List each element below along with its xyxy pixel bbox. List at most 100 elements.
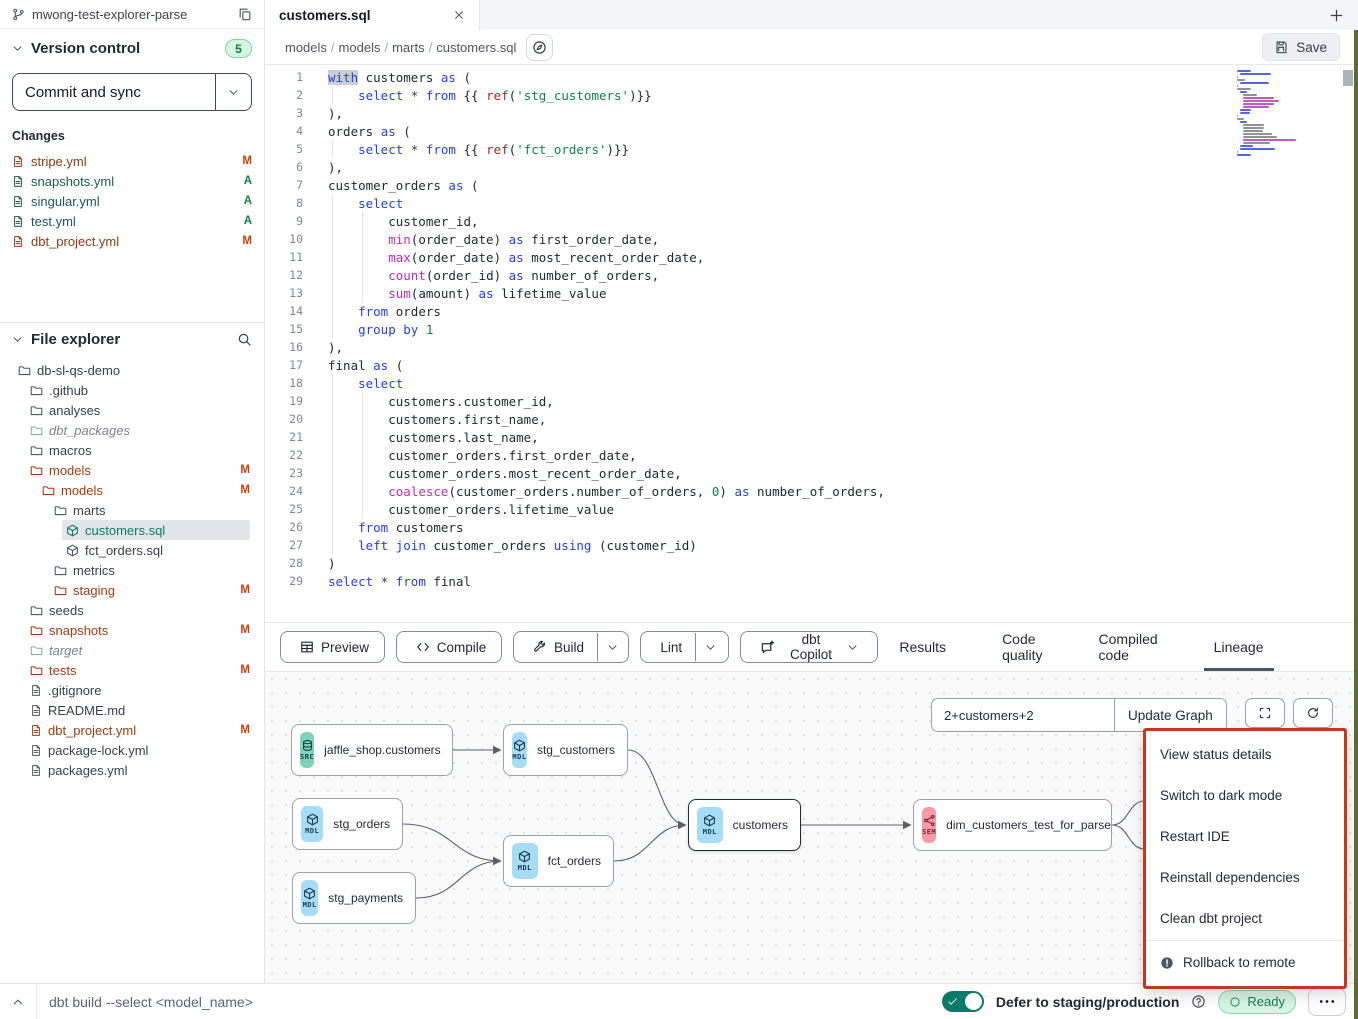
breadcrumb-segment[interactable]: models	[285, 40, 327, 55]
tree-item[interactable]: .gitignore	[12, 680, 252, 700]
tree-item[interactable]: seeds	[12, 600, 252, 620]
build-button[interactable]: Build	[513, 631, 629, 663]
file-explorer-header[interactable]: File explorer	[12, 331, 252, 348]
change-file-name: singular.yml	[31, 194, 100, 209]
preview-button[interactable]: Preview	[280, 631, 385, 663]
tree-item[interactable]: modelsM	[12, 460, 252, 480]
tree-item[interactable]: fct_orders.sql	[12, 540, 252, 560]
split-caret[interactable]	[597, 633, 627, 661]
menu-item-clean-dbt-project[interactable]: Clean dbt project	[1146, 898, 1344, 939]
tree-item[interactable]: target	[12, 640, 252, 660]
breadcrumb-segment[interactable]: customers.sql	[436, 40, 516, 55]
more-options-button[interactable]	[1308, 988, 1346, 1016]
split-caret[interactable]	[695, 633, 725, 661]
defer-toggle[interactable]	[942, 991, 984, 1012]
change-item[interactable]: test.ymlA	[12, 211, 252, 231]
lineage-node-dim[interactable]: SEMdim_customers_test_for_parse	[913, 799, 1112, 851]
line-number: 8	[265, 196, 303, 210]
lineage-node-customers[interactable]: MDLcustomers	[688, 799, 801, 851]
lineage-node-jaffle[interactable]: SRCjaffle_shop.customers	[291, 724, 453, 776]
indent-guide	[362, 212, 363, 230]
lineage-selector-input[interactable]: 2+customers+2	[932, 699, 1114, 731]
change-status: A	[244, 215, 252, 227]
tree-item[interactable]: testsM	[12, 660, 252, 680]
tree-item[interactable]: macros	[12, 440, 252, 460]
version-control-header[interactable]: Version control 5	[12, 39, 252, 58]
menu-item-switch-to-dark-mode[interactable]: Switch to dark mode	[1146, 775, 1344, 816]
lineage-selector: 2+customers+2 Update Graph	[931, 698, 1227, 732]
tree-item[interactable]: .github	[12, 380, 252, 400]
tab-customers-sql[interactable]: customers.sql	[265, 0, 480, 30]
command-input[interactable]: dbt build --select <model_name>	[37, 994, 942, 1010]
code-line: 1with customers as (	[265, 68, 1358, 86]
update-graph-button[interactable]: Update Graph	[1114, 699, 1226, 731]
change-item[interactable]: singular.ymlA	[12, 191, 252, 211]
toolbar-button-label: dbt Copilot	[782, 632, 841, 662]
toolbar-button-label: Build	[554, 640, 584, 655]
tree-item[interactable]: db-sl-qs-demo	[12, 360, 252, 380]
file-icon	[12, 235, 24, 248]
lineage-node-stg_orders[interactable]: MDLstg_orders	[292, 798, 403, 850]
breadcrumb-segment[interactable]: marts	[392, 40, 425, 55]
minimap-line	[1237, 79, 1245, 81]
collapse-panel-button[interactable]	[0, 984, 36, 1019]
search-icon[interactable]	[237, 332, 252, 347]
tab-results[interactable]: Results	[889, 623, 956, 671]
code-text: group by 1	[303, 322, 433, 337]
commit-options-caret[interactable]	[215, 74, 251, 110]
folder-icon	[18, 364, 31, 377]
tree-item[interactable]: modelsM	[12, 480, 252, 500]
branch-selector[interactable]: mwong-test-explorer-parse	[0, 0, 264, 29]
copy-icon[interactable]	[238, 7, 252, 21]
menu-separator	[1146, 940, 1344, 941]
tree-item[interactable]: analyses	[12, 400, 252, 420]
breadcrumb-separator: /	[380, 40, 392, 55]
lineage-node-fct_orders[interactable]: MDLfct_orders	[503, 835, 614, 887]
compile-button[interactable]: Compile	[396, 631, 502, 663]
indent-guide	[362, 500, 363, 518]
breadcrumb-segment[interactable]: models	[339, 40, 381, 55]
new-tab-button[interactable]	[1329, 0, 1344, 30]
tab-compiled-code[interactable]: Compiled code	[1089, 623, 1168, 671]
indent-guide	[332, 230, 333, 248]
change-item[interactable]: stripe.ymlM	[12, 151, 252, 171]
tree-item[interactable]: dbt_packages	[12, 420, 252, 440]
minimap-line	[1237, 115, 1238, 117]
dbt-copilot-button[interactable]: dbt Copilot	[740, 631, 879, 663]
tree-item-main: tests	[26, 660, 234, 680]
tree-item[interactable]: metrics	[12, 560, 252, 580]
tree-item[interactable]: stagingM	[12, 580, 252, 600]
change-item[interactable]: dbt_project.ymlM	[12, 231, 252, 251]
tree-item-main: .gitignore	[26, 680, 250, 700]
line-number: 13	[265, 286, 303, 300]
open-in-explorer-button[interactable]	[526, 34, 553, 61]
tree-item[interactable]: snapshotsM	[12, 620, 252, 640]
refresh-graph-button[interactable]	[1293, 698, 1333, 728]
tab-code-quality[interactable]: Code quality	[992, 623, 1052, 671]
minimap-line	[1243, 130, 1263, 132]
lint-button[interactable]: Lint	[640, 631, 728, 663]
tree-item[interactable]: dbt_project.ymlM	[12, 720, 252, 740]
menu-item-restart-ide[interactable]: Restart IDE	[1146, 816, 1344, 857]
changes-label: Changes	[12, 129, 252, 143]
help-icon[interactable]	[1191, 994, 1206, 1009]
lineage-node-stg_payments[interactable]: MDLstg_payments	[292, 872, 416, 924]
tree-item-label: .gitignore	[48, 683, 101, 698]
tree-item[interactable]: package-lock.yml	[12, 740, 252, 760]
editor-scrollbar-thumb[interactable]	[1343, 70, 1353, 86]
tree-item[interactable]: packages.yml	[12, 760, 252, 780]
fullscreen-button[interactable]	[1245, 698, 1285, 728]
close-icon[interactable]	[453, 9, 465, 21]
tree-item[interactable]: marts	[12, 500, 252, 520]
code-editor[interactable]: 1with customers as (2 select * from {{ r…	[265, 65, 1358, 622]
change-item[interactable]: snapshots.ymlA	[12, 171, 252, 191]
menu-item-rollback-to-remote[interactable]: Rollback to remote	[1146, 942, 1344, 983]
commit-and-sync-button[interactable]: Commit and sync	[12, 73, 252, 111]
save-button[interactable]: Save	[1262, 33, 1340, 61]
lineage-node-stg_customers[interactable]: MDLstg_customers	[503, 724, 628, 776]
tab-lineage[interactable]: Lineage	[1204, 623, 1274, 671]
tree-item[interactable]: customers.sql	[12, 520, 252, 540]
menu-item-view-status-details[interactable]: View status details	[1146, 734, 1344, 775]
menu-item-reinstall-dependencies[interactable]: Reinstall dependencies	[1146, 857, 1344, 898]
tree-item[interactable]: README.md	[12, 700, 252, 720]
